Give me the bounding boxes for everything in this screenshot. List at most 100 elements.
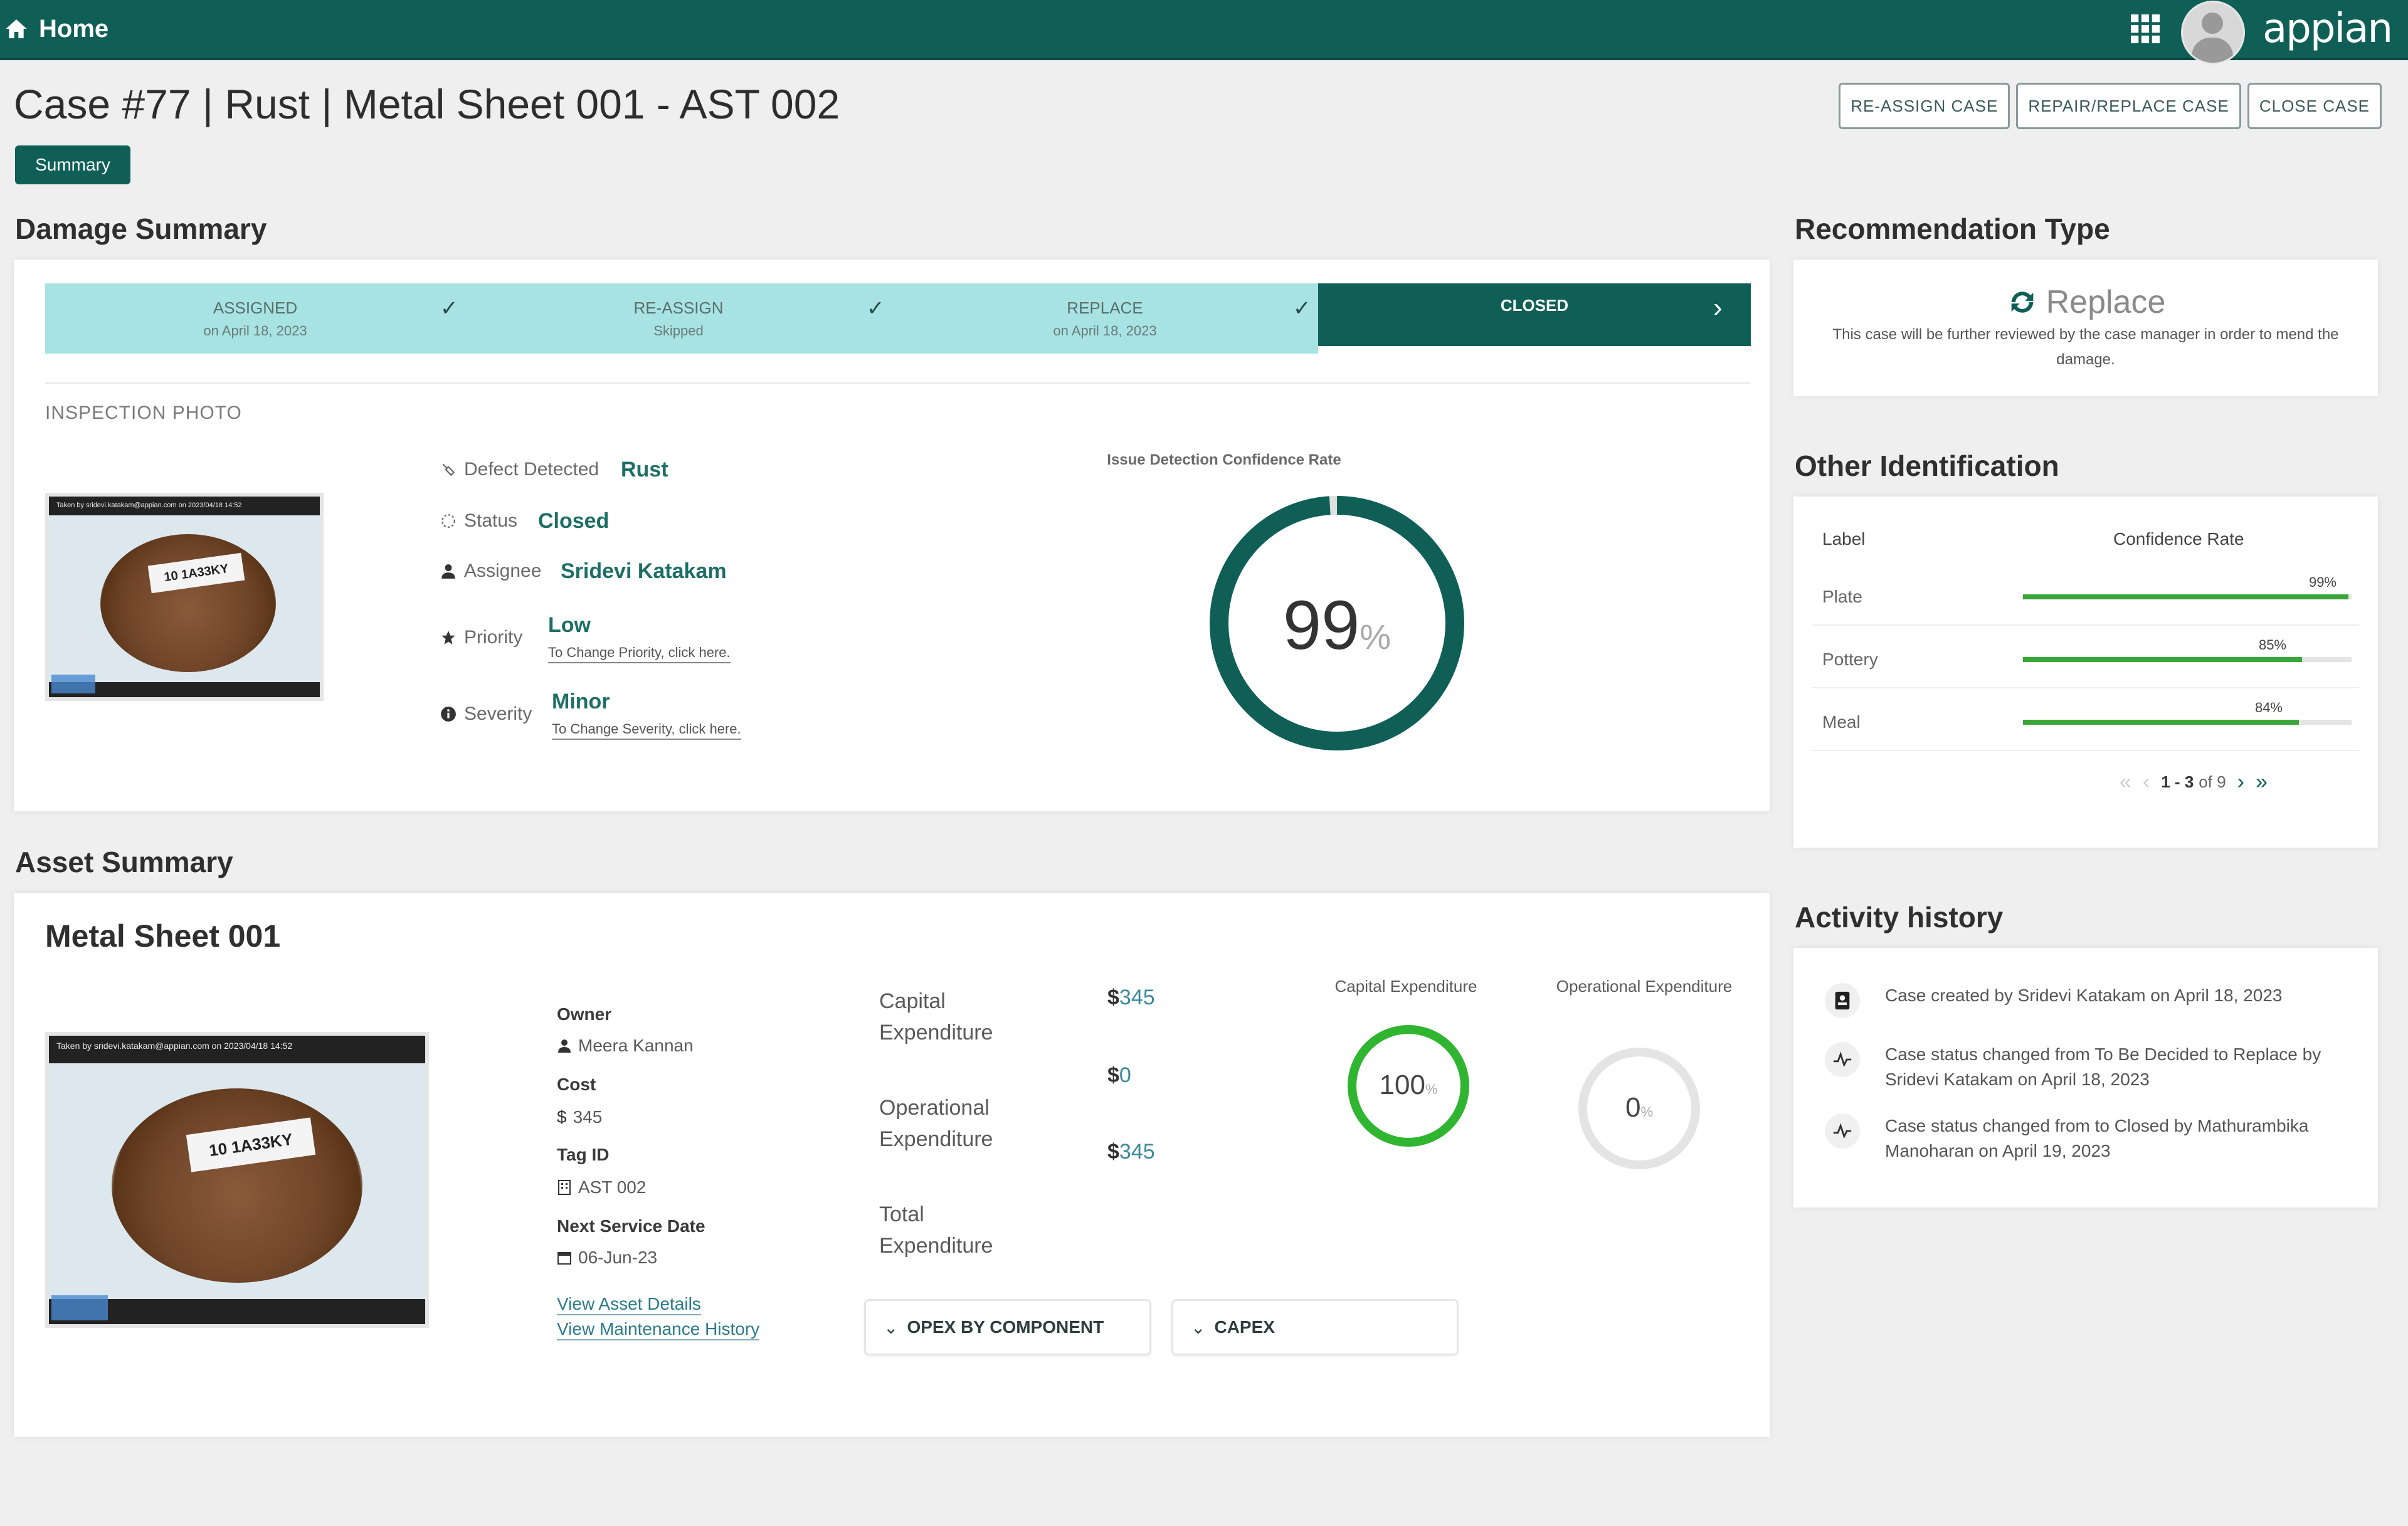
confidence-bar (2023, 720, 2352, 725)
gauge-value: 99% (1205, 586, 1469, 665)
row-label: Meal (1822, 712, 1861, 732)
defect-value: Rust (621, 458, 668, 481)
defect-label-text: Defect Detected (464, 459, 599, 480)
other-identification-card: Label Confidence Rate Plate 99% Pottery … (1793, 497, 2378, 848)
row-rate-text: 99% (2308, 574, 2337, 590)
milestone-sub: on April 18, 2023 (1053, 322, 1157, 339)
opex-ring-value: 0% (1573, 1092, 1706, 1123)
user-icon (558, 1039, 571, 1053)
first-page-icon[interactable]: « (2120, 770, 2131, 794)
other-identification-title: Other Identification (1795, 450, 2059, 482)
prev-page-icon[interactable]: ‹ (2143, 770, 2150, 794)
inspection-photo-label: INSPECTION PHOTO (45, 403, 242, 423)
next-service-value: 06-Jun-23 (557, 1248, 657, 1268)
status-change-icon (1825, 1113, 1860, 1149)
service-date: 06-Jun-23 (578, 1248, 658, 1267)
milestone-reassign: RE-ASSIGN Skipped (465, 283, 892, 354)
user-avatar[interactable] (2180, 1, 2245, 65)
pager-range: 1 - 3 (2161, 772, 2194, 791)
opex-ring-unit: % (1640, 1104, 1654, 1120)
milestone-assigned: ASSIGNED on April 18, 2023 (45, 283, 465, 354)
chevron-right-icon: › (1713, 292, 1723, 323)
currency-symbol: $ (1107, 986, 1119, 1009)
severity-label: Severity (440, 703, 532, 725)
pagination: « ‹ 1 - 3 of 9 › » (2120, 770, 2268, 794)
tab-summary[interactable]: Summary (15, 145, 130, 184)
home-icon (6, 19, 27, 38)
assignee-value: Sridevi Katakam (561, 559, 727, 583)
reassign-case-button[interactable]: RE-ASSIGN CASE (1839, 83, 2010, 129)
view-asset-details-link[interactable]: View Asset Details (557, 1294, 701, 1315)
repair-replace-case-button[interactable]: REPAIR/REPLACE CASE (2016, 83, 2241, 129)
change-priority-link[interactable]: To Change Priority, click here. (548, 645, 731, 663)
inspection-photo[interactable]: 10 1A33KY Taken by sridevi.katakam@appia… (45, 493, 324, 701)
currency-symbol: $ (1107, 1140, 1119, 1164)
top-bar: Home appian (0, 0, 2408, 65)
check-icon: ✓ (867, 297, 885, 320)
opex-ring-number: 0 (1625, 1092, 1641, 1123)
accordion-label: OPEX BY COMPONENT (907, 1317, 1104, 1337)
milestone-label: ASSIGNED (213, 298, 298, 317)
close-case-button[interactable]: CLOSE CASE (2247, 83, 2382, 129)
total-amount: 345 (1119, 1140, 1155, 1164)
assignee-label-text: Assignee (464, 560, 542, 581)
asset-summary-card: Metal Sheet 001 10 1A33KY Taken by sride… (14, 893, 1770, 1437)
opex-amount: 0 (1119, 1063, 1131, 1087)
home-link[interactable]: Home (0, 0, 108, 58)
table-row: Plate 99% (1812, 562, 2359, 626)
capex-ring-number: 100 (1379, 1070, 1425, 1100)
activity-item: Case status changed from To Be Decided t… (1825, 1042, 2362, 1092)
capex-accordion[interactable]: ⌄ CAPEX (1171, 1299, 1459, 1355)
row-rate-text: 84% (2254, 700, 2283, 715)
tag-id: AST 002 (578, 1177, 647, 1197)
status-icon (441, 514, 455, 528)
capex-ring-value: 100% (1342, 1070, 1475, 1101)
opex-by-component-accordion[interactable]: ⌄ OPEX BY COMPONENT (864, 1299, 1151, 1355)
page-title: Case #77 | Rust | Metal Sheet 001 - AST … (14, 81, 840, 127)
chevron-down-icon: ⌄ (884, 1317, 899, 1337)
calendar-icon (557, 1252, 571, 1265)
next-page-icon[interactable]: › (2237, 770, 2244, 794)
change-severity-link[interactable]: To Change Severity, click here. (552, 721, 741, 740)
status-change-icon (1825, 1042, 1860, 1077)
col-rate-header: Confidence Rate (2113, 529, 2244, 549)
assignee-label: Assignee (440, 560, 541, 582)
capex-ring-title: Capital Expenditure (1334, 977, 1477, 996)
priority-label-text: Priority (464, 627, 523, 648)
damage-summary-title: Damage Summary (15, 213, 267, 245)
tag-id-value: AST 002 (557, 1177, 646, 1197)
capex-label: Capital Expenditure (879, 989, 993, 1045)
accordion-label: CAPEX (1214, 1317, 1275, 1337)
owner-label: Owner (557, 1004, 612, 1024)
chevron-down-icon: ⌄ (1191, 1317, 1206, 1337)
table-row: Meal 84% (1812, 687, 2359, 751)
opex-ring-title: Operational Expenditure (1556, 977, 1733, 996)
user-icon (441, 564, 455, 579)
activity-text: Case status changed from To Be Decided t… (1885, 1045, 2321, 1089)
photo-caption: Taken by sridevi.katakam@appian.com on 2… (56, 1041, 293, 1051)
view-maintenance-history-link[interactable]: View Maintenance History (557, 1319, 760, 1340)
last-page-icon[interactable]: » (2256, 770, 2268, 794)
milestone-closed: CLOSED (1318, 283, 1751, 346)
defect-label: Defect Detected (440, 459, 599, 480)
opex-value: $0 (1107, 1063, 1131, 1088)
severity-value: Minor (552, 690, 610, 713)
divider (45, 382, 1751, 384)
cost-amount: 345 (573, 1107, 603, 1127)
check-icon: ✓ (1293, 297, 1311, 320)
defect-icon (442, 463, 455, 476)
recommendation-card: Replace This case will be further review… (1793, 260, 2378, 396)
tag-id-label: Tag ID (557, 1145, 610, 1164)
refresh-icon (2011, 292, 2033, 313)
milestone-label: RE-ASSIGN (633, 298, 724, 317)
next-service-label: Next Service Date (557, 1216, 705, 1236)
asset-photo[interactable]: 10 1A33KY Taken by sridevi.katakam@appia… (45, 1032, 429, 1328)
capex-ring-unit: % (1425, 1081, 1438, 1097)
activity-item: Case created by Sridevi Katakam on April… (1825, 983, 2362, 1018)
recommendation-desc: This case will be further reviewed by th… (1832, 326, 2339, 368)
grid-icon[interactable] (2130, 14, 2160, 43)
opex-label: Operational Expenditure (879, 1096, 993, 1151)
total-value: $345 (1107, 1140, 1155, 1164)
building-icon (558, 1180, 571, 1195)
severity-label-text: Severity (464, 703, 532, 724)
